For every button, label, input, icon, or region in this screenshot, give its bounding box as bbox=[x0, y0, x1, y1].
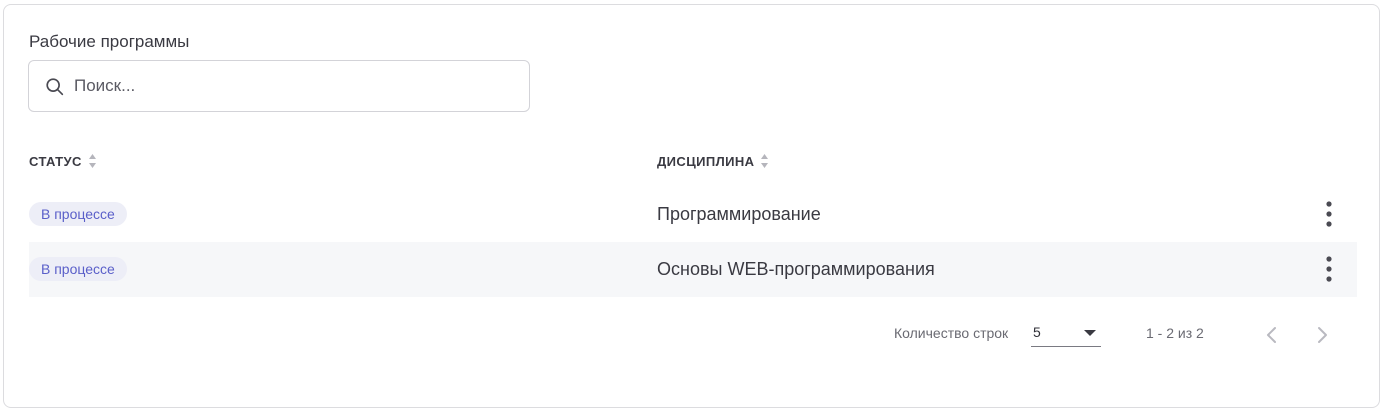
more-vertical-icon[interactable] bbox=[1321, 200, 1337, 228]
column-header-status[interactable]: СТАТУС bbox=[29, 153, 97, 169]
search-icon bbox=[46, 78, 64, 96]
column-header-discipline[interactable]: ДИСЦИПЛИНА bbox=[657, 153, 769, 169]
chevron-left-icon[interactable] bbox=[1262, 323, 1282, 347]
search-box[interactable] bbox=[28, 60, 530, 112]
sort-icon[interactable] bbox=[88, 153, 97, 169]
column-header-status-label: СТАТУС bbox=[29, 153, 82, 169]
table-row[interactable]: В процессе Программирование bbox=[29, 187, 1357, 242]
rows-per-page-label: Количество строк bbox=[894, 325, 1009, 341]
work-programs-card: Рабочие программы СТАТУС ДИСЦИПЛИНА В пр… bbox=[3, 4, 1380, 408]
table-row[interactable]: В процессе Основы WEB-программирования bbox=[29, 242, 1357, 297]
caret-down-icon bbox=[1084, 330, 1096, 336]
pagination: Количество строк 5 1 - 2 из 2 bbox=[4, 323, 1379, 353]
pagination-range: 1 - 2 из 2 bbox=[1146, 325, 1204, 341]
search-input[interactable] bbox=[74, 69, 514, 103]
rows-per-page-value: 5 bbox=[1033, 324, 1041, 340]
discipline-cell: Основы WEB-программирования bbox=[657, 259, 935, 279]
card-title: Рабочие программы bbox=[29, 32, 190, 51]
more-vertical-icon[interactable] bbox=[1321, 255, 1337, 283]
status-badge: В процессе bbox=[29, 257, 127, 281]
discipline-cell: Программирование bbox=[657, 204, 821, 224]
rows-per-page-select[interactable]: 5 bbox=[1031, 320, 1101, 347]
status-badge: В процессе bbox=[29, 202, 127, 226]
chevron-right-icon[interactable] bbox=[1312, 323, 1332, 347]
column-header-discipline-label: ДИСЦИПЛИНА bbox=[657, 153, 755, 169]
sort-icon[interactable] bbox=[760, 153, 769, 169]
